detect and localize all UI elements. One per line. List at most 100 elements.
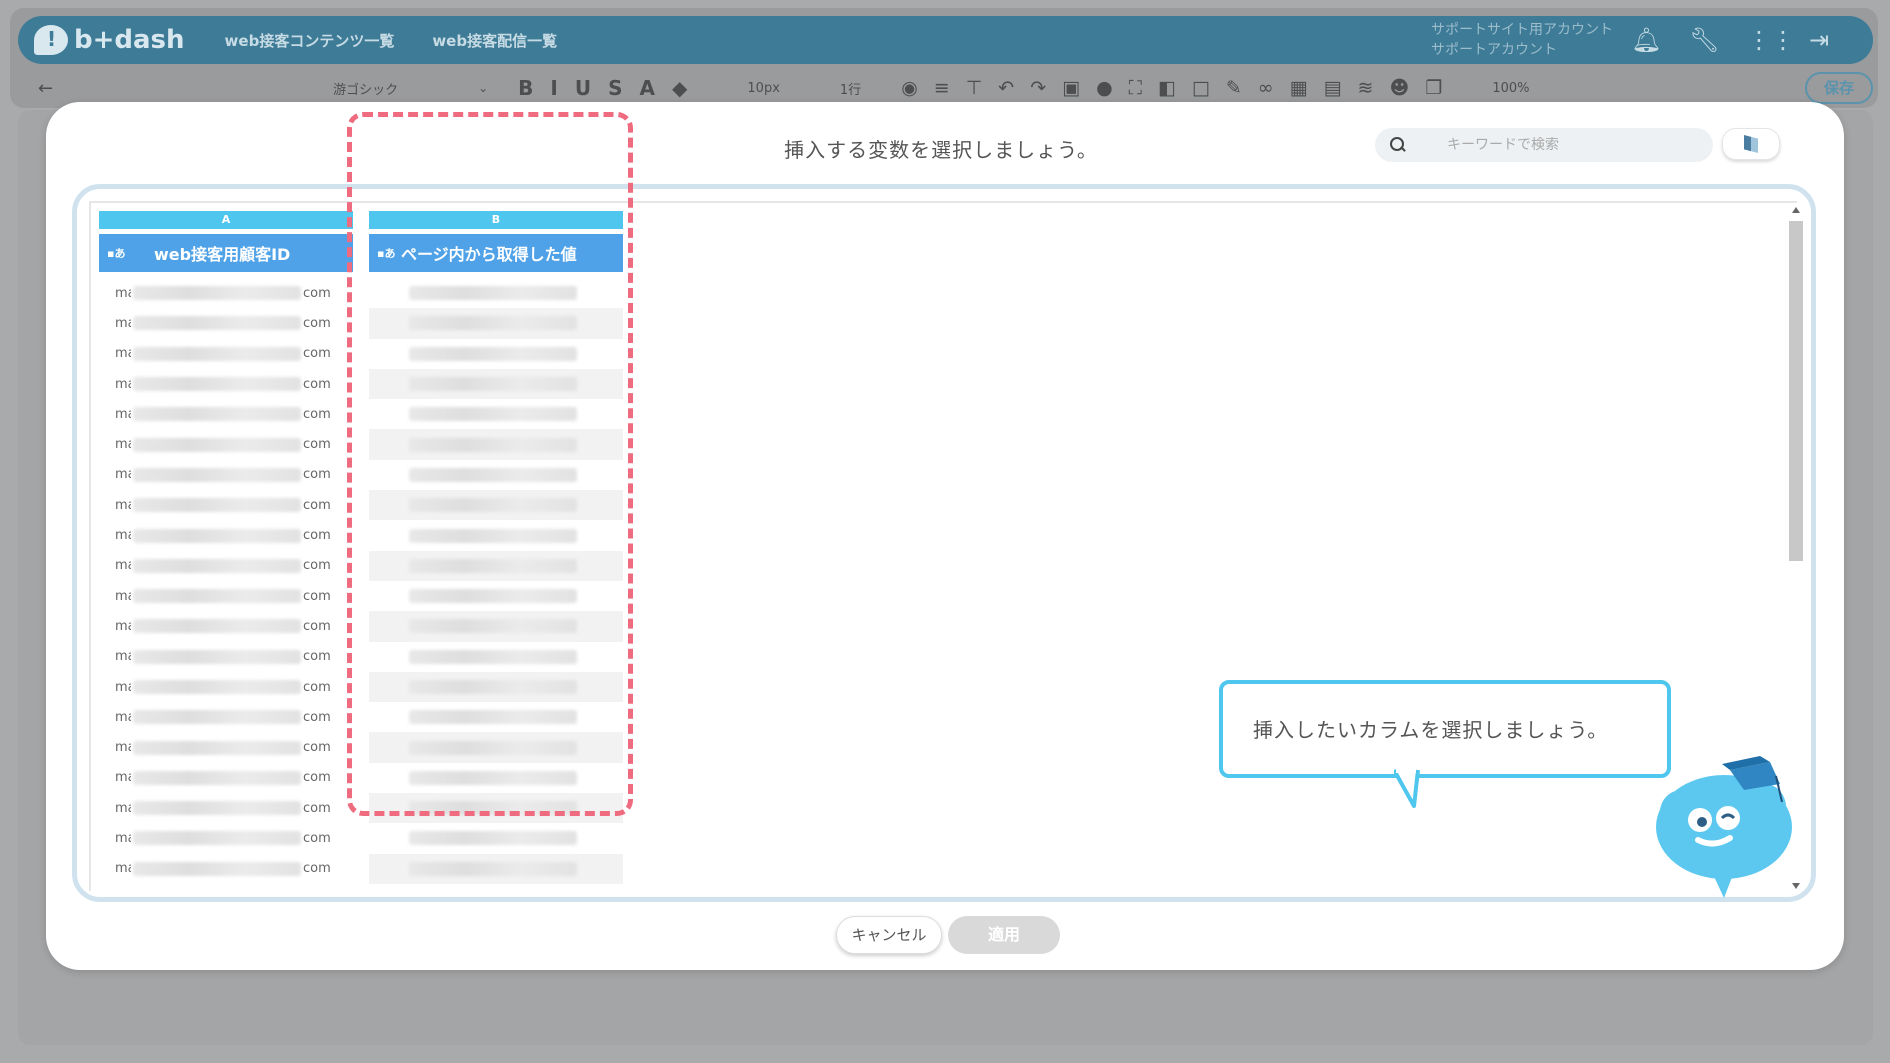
back-arrow-icon[interactable]: ← [38, 78, 53, 99]
copy-icon[interactable]: ❐ [1425, 77, 1442, 99]
row-value-suffix: com [303, 437, 331, 453]
table-row[interactable] [369, 308, 623, 339]
row-value-prefix: ma [115, 315, 131, 331]
table-row[interactable]: ma com [99, 278, 353, 308]
table-row[interactable] [369, 278, 623, 308]
table-row[interactable] [369, 581, 623, 611]
table-row[interactable]: ma com [99, 823, 353, 853]
link-icon[interactable]: ∞ [1258, 77, 1274, 99]
table-row[interactable]: ma com [99, 520, 353, 550]
table-row[interactable] [369, 642, 623, 672]
masked-value [409, 861, 577, 876]
table-row[interactable] [369, 339, 623, 369]
strikethrough-icon[interactable]: S [608, 76, 622, 100]
table-row[interactable]: ma com [99, 399, 353, 429]
chevron-down-icon[interactable]: ⌄ [478, 81, 488, 95]
nav-web-delivery[interactable]: web接客配信一覧 [432, 30, 557, 51]
table-row[interactable] [369, 520, 623, 550]
account-info[interactable]: サポートサイト用アカウント サポートアカウント [1431, 20, 1613, 60]
bold-icon[interactable]: B [518, 76, 533, 100]
square-icon[interactable]: □ [1192, 77, 1210, 99]
zoom-select[interactable]: 100% [1492, 81, 1529, 96]
masked-value [409, 619, 577, 634]
column-header[interactable]: ▪あ ページ内から取得した値 [369, 234, 623, 272]
logout-icon[interactable]: ⇥ [1805, 26, 1833, 54]
palette-icon[interactable]: ◉ [901, 77, 918, 99]
masked-value [133, 831, 301, 846]
guide-button[interactable] [1722, 128, 1780, 160]
line-height-select[interactable]: 1行 [840, 79, 861, 98]
table-row[interactable]: ma com [99, 308, 353, 338]
table-row[interactable] [369, 611, 623, 642]
apply-button[interactable]: 適用 [948, 916, 1060, 954]
table-row[interactable] [369, 763, 623, 793]
search-input[interactable] [1447, 137, 1677, 153]
row-value-prefix: ma [115, 558, 131, 574]
table-row[interactable] [369, 853, 623, 884]
table-row[interactable] [369, 793, 623, 824]
vertical-align-icon[interactable]: ⊤ [966, 77, 983, 99]
row-value-suffix: com [303, 861, 331, 877]
table-row[interactable]: ma com [99, 642, 353, 672]
font-color-icon[interactable]: A [640, 76, 655, 100]
layer-icon[interactable]: ◧ [1158, 77, 1176, 99]
bell-icon[interactable]: 🔔︎ [1631, 26, 1661, 54]
table-row[interactable]: ma com [99, 793, 353, 823]
database-icon[interactable]: ≋ [1358, 77, 1374, 99]
table-icon[interactable]: ▤ [1324, 77, 1342, 99]
redo-icon[interactable]: ↷ [1030, 77, 1046, 99]
table-row[interactable]: ma com [99, 854, 353, 884]
row-value-suffix: com [303, 376, 331, 392]
table-row[interactable]: ma com [99, 460, 353, 490]
table-row[interactable]: ma com [99, 490, 353, 520]
table-row[interactable]: ma com [99, 581, 353, 611]
masked-value [409, 528, 577, 543]
underline-icon[interactable]: U [575, 76, 591, 100]
table-row[interactable]: ma com [99, 763, 353, 793]
italic-icon[interactable]: I [550, 76, 557, 100]
undo-icon[interactable]: ↶ [998, 77, 1014, 99]
column-a[interactable]: A ▪あ web接客用顧客ID ma com ma com ma com ma com ma co… [99, 211, 353, 884]
table-row[interactable] [369, 550, 623, 581]
table-row[interactable]: ma com [99, 732, 353, 762]
grid-icon[interactable]: ⋮⋮ [1747, 26, 1795, 54]
table-row[interactable]: ma com [99, 672, 353, 702]
table-row[interactable] [369, 732, 623, 763]
font-select[interactable]: 游ゴシック [333, 79, 398, 98]
fullscreen-icon[interactable]: ⛶ [1129, 77, 1142, 99]
column-letter: A [99, 211, 353, 229]
wrench-icon[interactable]: 🔧︎ [1689, 26, 1719, 54]
pen-icon[interactable]: ✎ [1226, 77, 1242, 99]
users-icon[interactable]: ☻ [1389, 77, 1409, 99]
table-row[interactable] [369, 823, 623, 853]
cancel-button[interactable]: キャンセル [836, 916, 942, 954]
table-row[interactable] [369, 490, 623, 521]
table-row[interactable]: ma com [99, 702, 353, 732]
table-row[interactable] [369, 460, 623, 490]
table-row[interactable]: ma com [99, 551, 353, 581]
table-row[interactable]: ma com [99, 429, 353, 459]
save-button[interactable]: 保存 [1805, 72, 1873, 104]
table-row[interactable] [369, 368, 623, 400]
table-row[interactable]: ma com [99, 369, 353, 399]
scrollbar-thumb[interactable] [1789, 221, 1803, 561]
highlight-icon[interactable]: ◆ [672, 76, 687, 100]
table-row[interactable] [369, 399, 623, 429]
masked-value [409, 346, 577, 361]
calendar-icon[interactable]: ▦ [1290, 77, 1308, 99]
table-row[interactable] [369, 671, 623, 703]
table-row[interactable]: ma com [99, 611, 353, 641]
table-row[interactable] [369, 429, 623, 460]
font-size-select[interactable]: 10px [747, 81, 780, 96]
app-logo[interactable]: b+dash [34, 25, 185, 55]
column-b[interactable]: B ▪あ ページ内から取得した値 [369, 211, 623, 884]
table-row[interactable] [369, 702, 623, 732]
column-header[interactable]: ▪あ web接客用顧客ID [99, 234, 353, 272]
nav-web-contents[interactable]: web接客コンテンツ一覧 [225, 30, 395, 51]
text-box-icon[interactable]: ▣ [1062, 77, 1080, 99]
align-icon[interactable]: ≡ [934, 77, 950, 99]
table-row[interactable]: ma com [99, 339, 353, 369]
row-value-prefix: ma [115, 800, 131, 816]
drop-icon[interactable]: ● [1096, 77, 1113, 99]
scroll-up-arrow-icon[interactable] [1792, 207, 1800, 213]
